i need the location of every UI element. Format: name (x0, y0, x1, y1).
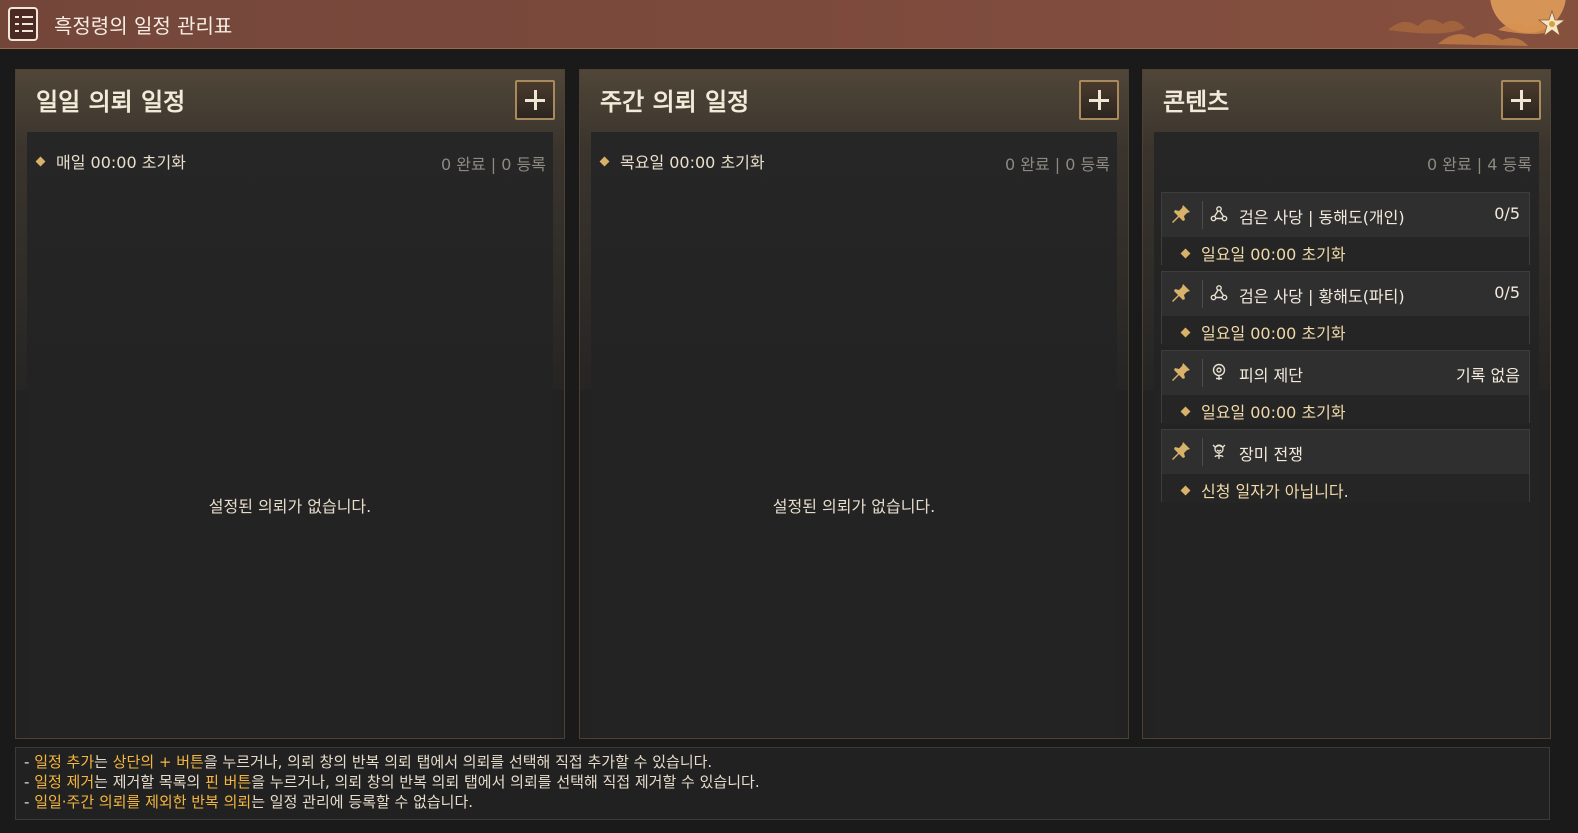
panel-title: 주간 의뢰 일정 (600, 88, 750, 116)
add-weekly-quest-button[interactable] (1079, 80, 1119, 120)
content-name: 장미 전쟁 (1239, 445, 1303, 464)
help-line: - 일정 추가는 상단의 + 버튼을 누르거나, 의뢰 창의 반복 의뢰 탭에서… (24, 753, 713, 771)
help-box: - 일정 추가는 상단의 + 버튼을 누르거나, 의뢰 창의 반복 의뢰 탭에서… (15, 747, 1550, 820)
content-name: 피의 제단 (1239, 366, 1303, 385)
content-item[interactable]: 검은 사당 | 황해도(파티) 0/5 일요일 00:00 초기화 (1161, 271, 1530, 345)
content-item[interactable]: 피의 제단 기록 없음 일요일 00:00 초기화 (1161, 350, 1530, 424)
empty-message: 설정된 의뢰가 없습니다. (772, 497, 936, 516)
rose-war-icon (1212, 444, 1226, 459)
help-line: - 일일·주간 의뢰를 제외한 반복 의뢰는 일정 관리에 등록할 수 없습니다… (24, 793, 474, 811)
schedule-list-icon (8, 7, 38, 41)
panel-body: 목요일 00:00 초기화 0 완료 | 0 등록 설정된 의뢰가 없습니다. (591, 132, 1117, 738)
panel-title: 일일 의뢰 일정 (36, 88, 186, 116)
reset-time: 일요일 00:00 초기화 (1201, 245, 1346, 264)
panel-title: 콘텐츠 (1163, 88, 1230, 116)
pin-icon[interactable] (1170, 361, 1192, 383)
panel-body: 매일 00:00 초기화 0 완료 | 0 등록 설정된 의뢰가 없습니다. (27, 132, 553, 738)
add-daily-quest-button[interactable] (515, 80, 555, 120)
weekly-quest-panel: 주간 의뢰 일정 목요일 00:00 초기화 0 완료 | 0 등록 설정된 의… (579, 69, 1129, 739)
black-shrine-icon (1210, 285, 1228, 301)
reset-time: 일요일 00:00 초기화 (1201, 403, 1346, 422)
pin-icon[interactable] (1170, 282, 1192, 304)
pin-icon[interactable] (1170, 203, 1192, 225)
help-line: - 일정 제거는 제거할 목록의 핀 버튼을 누르거나, 의뢰 창의 반복 의뢰… (24, 773, 760, 791)
content-name: 검은 사당 | 동해도(개인) (1239, 208, 1405, 227)
diamond-bullet-icon (35, 156, 46, 167)
reset-time: 목요일 00:00 초기화 (620, 153, 765, 172)
daily-quest-panel: 일일 의뢰 일정 매일 00:00 초기화 0 완료 | 0 등록 설정된 의뢰… (15, 69, 565, 739)
add-content-button[interactable] (1501, 80, 1541, 120)
reset-time: 일요일 00:00 초기화 (1201, 324, 1346, 343)
panel-body: 0 완료 | 4 등록 검은 사당 | 동해도(개인) 0/5 일요일 00:0… (1154, 132, 1539, 738)
content-status: 0/5 (1494, 204, 1520, 223)
reset-time: 신청 일자가 아닙니다. (1201, 482, 1349, 501)
empty-message: 설정된 의뢰가 없습니다. (208, 497, 372, 516)
completion-count: 0 완료 | 4 등록 (1427, 155, 1532, 174)
content-item[interactable]: 검은 사당 | 동해도(개인) 0/5 일요일 00:00 초기화 (1161, 192, 1530, 266)
title-bar: 흑정령의 일정 관리표 (0, 0, 1578, 49)
completion-count: 0 완료 | 0 등록 (441, 155, 546, 174)
content-item[interactable]: 장미 전쟁 신청 일자가 아닙니다. (1161, 429, 1530, 503)
content-status: 0/5 (1494, 283, 1520, 302)
pin-icon[interactable] (1170, 440, 1192, 462)
diamond-bullet-icon (1180, 406, 1191, 417)
diamond-bullet-icon (1180, 248, 1191, 259)
reset-time: 매일 00:00 초기화 (56, 153, 186, 172)
content-name: 검은 사당 | 황해도(파티) (1239, 287, 1405, 306)
content-status: 기록 없음 (1456, 366, 1520, 385)
content-panel: 콘텐츠 0 완료 | 4 등록 검은 사당 | 동해도(개인) 0/5 일요일 … (1142, 69, 1551, 739)
blood-altar-icon (1212, 363, 1226, 380)
flower-emblem-icon (1538, 10, 1566, 38)
diamond-bullet-icon (1180, 327, 1191, 338)
window-title: 흑정령의 일정 관리표 (54, 14, 233, 38)
black-shrine-icon (1210, 206, 1228, 222)
completion-count: 0 완료 | 0 등록 (1005, 155, 1110, 174)
diamond-bullet-icon (1180, 485, 1191, 496)
diamond-bullet-icon (599, 156, 610, 167)
